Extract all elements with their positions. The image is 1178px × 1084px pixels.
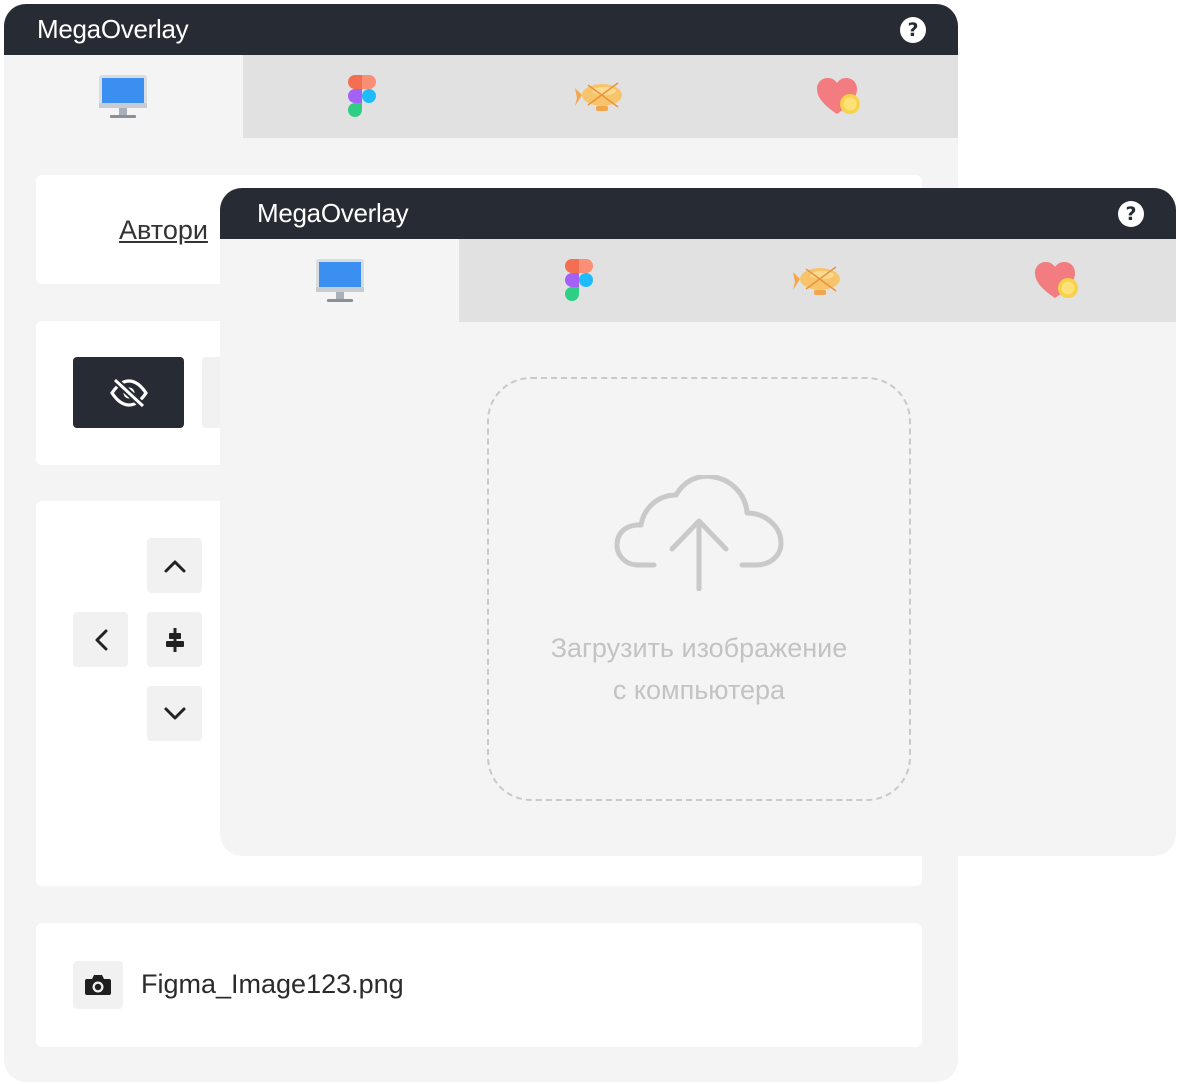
tab-airship[interactable]	[698, 239, 937, 322]
auth-link[interactable]: Автори	[119, 215, 208, 246]
align-center-icon	[165, 627, 184, 652]
tab-bar	[4, 55, 958, 138]
dropzone-label: Загрузить изображение с компьютера	[551, 627, 848, 711]
screenshot-button[interactable]	[73, 961, 123, 1009]
tab-airship[interactable]	[481, 55, 720, 138]
file-card: Figma_Image123.png	[36, 923, 922, 1047]
center-align-button[interactable]	[147, 612, 202, 667]
dropzone-label-line2: с компьютера	[612, 675, 786, 705]
titlebar: MegaOverlay ?	[220, 188, 1176, 239]
tab-favorites[interactable]	[719, 55, 958, 138]
cloud-upload-icon	[614, 475, 784, 591]
move-down-button[interactable]	[147, 686, 202, 741]
chevron-down-icon	[164, 707, 185, 719]
help-icon[interactable]: ?	[900, 16, 926, 43]
chevron-left-icon	[95, 629, 107, 650]
move-up-button[interactable]	[147, 538, 202, 593]
app-title: MegaOverlay	[37, 14, 189, 44]
chevron-up-icon	[164, 560, 185, 572]
move-left-button[interactable]	[73, 612, 128, 667]
tab-bar	[220, 239, 1176, 322]
heart-coin-icon	[816, 77, 860, 114]
tab-computer[interactable]	[4, 55, 243, 138]
camera-icon	[85, 975, 111, 995]
airship-icon	[792, 265, 840, 295]
tab-figma[interactable]	[459, 239, 698, 322]
titlebar: MegaOverlay ?	[4, 4, 958, 55]
heart-coin-icon	[1034, 261, 1078, 298]
dropzone-label-line1: Загрузить изображение	[550, 633, 848, 663]
file-name: Figma_Image123.png	[141, 969, 404, 999]
tab-favorites[interactable]	[937, 239, 1176, 322]
computer-monitor-icon	[99, 74, 148, 118]
toggle-visibility-button[interactable]	[73, 357, 184, 428]
airship-icon	[575, 81, 623, 111]
upload-dropzone[interactable]: Загрузить изображение с компьютера	[487, 377, 911, 801]
eye-slash-icon	[109, 376, 148, 409]
help-icon[interactable]: ?	[1118, 200, 1144, 227]
computer-monitor-icon	[315, 258, 364, 302]
tab-computer[interactable]	[220, 239, 459, 322]
app-title: MegaOverlay	[257, 198, 409, 228]
figma-logo-icon	[347, 74, 376, 117]
tab-figma[interactable]	[242, 55, 481, 138]
front-panel-window: MegaOverlay ? Загрузить изображение с ко…	[220, 188, 1176, 856]
figma-logo-icon	[564, 258, 593, 301]
